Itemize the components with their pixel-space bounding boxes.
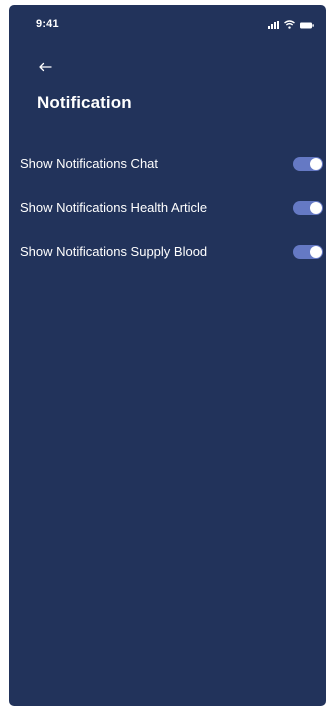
phone-screen: 9:41 Notification Show Notifications Cha… [9,5,326,706]
toggle-knob [310,158,322,170]
toggle-knob [310,202,322,214]
toggle-knob [310,246,322,258]
setting-row-health-article: Show Notifications Health Article [9,195,326,239]
wifi-icon [284,20,295,29]
health-article-notifications-toggle[interactable] [293,201,323,215]
status-time: 9:41 [36,18,59,30]
chat-notifications-toggle[interactable] [293,157,323,171]
setting-row-supply-blood: Show Notifications Supply Blood [9,239,326,283]
settings-list: Show Notifications Chat Show Notificatio… [9,151,326,283]
setting-label: Show Notifications Health Article [20,200,208,215]
back-arrow-icon [38,59,52,77]
setting-label: Show Notifications Chat [20,156,159,171]
signal-icon [268,21,279,29]
status-icons [268,19,314,29]
back-button[interactable] [35,58,55,78]
battery-icon [300,22,314,29]
setting-label: Show Notifications Supply Blood [20,244,208,259]
page-title: Notification [37,93,132,112]
status-bar: 9:41 [9,5,326,43]
supply-blood-notifications-toggle[interactable] [293,245,323,259]
setting-row-chat: Show Notifications Chat [9,151,326,195]
